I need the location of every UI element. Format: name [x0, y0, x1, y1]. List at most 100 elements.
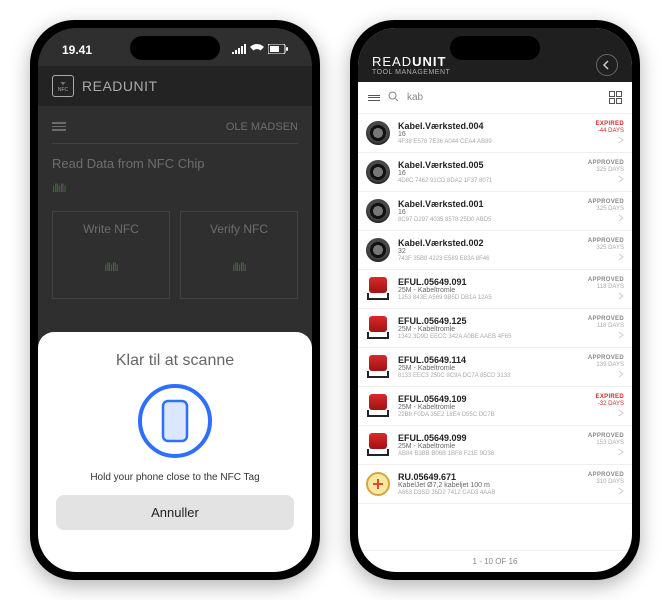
days-label: 325 DAYS — [596, 206, 624, 212]
status-badge: APPROVED — [588, 355, 624, 361]
wifi-icon — [250, 43, 264, 57]
item-title: EFUL.05649.099 — [398, 433, 582, 443]
wave-icon: ıllıllı — [189, 260, 289, 274]
app-title: READUNIT — [82, 78, 158, 94]
list-item[interactable]: RU.05649.671KabelJet Ø7,2 kabeljet 100 m… — [358, 465, 632, 504]
coil-icon — [364, 158, 392, 186]
item-uid: 4D8C 7462 91CD 8DA2 1F37 8071 — [398, 178, 582, 184]
battery-icon — [268, 43, 288, 57]
days-label: 325 DAYS — [596, 245, 624, 251]
item-uid: 1253 843E A569 9B5D DB1A 12A5 — [398, 295, 582, 301]
days-label: 153 DAYS — [596, 440, 624, 446]
item-title: EFUL.05649.091 — [398, 277, 582, 287]
item-title: Kabel.Værksted.001 — [398, 199, 582, 209]
item-uid: 1342 3D9D EECC 342A A0BE AAEB 4F65 — [398, 334, 582, 340]
item-uid: 743F 35B8 4223 E589 E83A 8F46 — [398, 256, 582, 262]
chevron-right-icon — [618, 448, 624, 458]
reel-icon — [364, 431, 392, 459]
item-title: RU.05649.671 — [398, 472, 582, 482]
app-header: ᯤNFC READUNIT — [38, 66, 312, 106]
chevron-right-icon — [618, 292, 624, 302]
status-badge: EXPIRED — [596, 394, 624, 400]
status-badge: EXPIRED — [596, 121, 624, 127]
list-item[interactable]: EFUL.05649.12525M - Kabeltromle1342 3D9D… — [358, 309, 632, 348]
wave-icon: ıllıllı — [61, 260, 161, 274]
status-badge: APPROVED — [588, 160, 624, 166]
days-label: 139 DAYS — [596, 362, 624, 368]
reel-icon — [364, 314, 392, 342]
reel-icon — [364, 275, 392, 303]
chevron-right-icon — [618, 136, 624, 146]
item-title: Kabel.Værksted.004 — [398, 121, 590, 131]
list-item[interactable]: EFUL.05649.09125M - Kabeltromle1253 843E… — [358, 270, 632, 309]
nfc-scan-sheet: Klar til at scanne Hold your phone close… — [38, 332, 312, 572]
verify-nfc-label: Verify NFC — [189, 222, 289, 236]
item-title: Kabel.Værksted.002 — [398, 238, 582, 248]
qr-icon[interactable] — [609, 91, 622, 104]
chevron-right-icon — [618, 331, 624, 341]
reel-icon — [364, 392, 392, 420]
list-item[interactable]: EFUL.05649.11425M - Kabeltromle8133 EEC3… — [358, 348, 632, 387]
item-title: EFUL.05649.125 — [398, 316, 582, 326]
back-button[interactable] — [596, 54, 618, 76]
days-label: 118 DAYS — [597, 323, 624, 329]
item-subtitle: 16 — [398, 170, 582, 177]
page-title: Read Data from NFC Chip — [52, 156, 298, 171]
item-uid: A663 D3SD 35D2 7412 CAD3 4AAB — [398, 490, 582, 496]
app-title: READUNIT — [372, 54, 450, 69]
sheet-title: Klar til at scanne — [116, 352, 234, 370]
item-subtitle: 16 — [398, 209, 582, 216]
search-bar: kab — [358, 82, 632, 114]
list-item[interactable]: EFUL.05649.10925M - Kabeltromle22B8 F0DA… — [358, 387, 632, 426]
cancel-button[interactable]: Annuller — [56, 495, 294, 530]
item-uid: 8133 EEC3 250C 9C9A DC7A 85CD 3133 — [398, 373, 582, 379]
item-subtitle: 25M - Kabeltromle — [398, 404, 590, 411]
coil-icon — [364, 119, 392, 147]
menu-icon[interactable] — [52, 122, 66, 131]
list-item[interactable]: Kabel.Værksted.00232743F 35B8 4223 E589 … — [358, 231, 632, 270]
signal-icon — [232, 43, 246, 57]
status-badge: APPROVED — [588, 472, 624, 478]
phone-left: 19.41 ᯤNFC READUNIT OLE M — [30, 20, 320, 580]
item-subtitle: 25M - Kabeltromle — [398, 326, 582, 333]
days-label: 325 DAYS — [596, 167, 624, 173]
status-time: 19.41 — [62, 43, 92, 57]
days-label: -44 DAYS — [598, 128, 624, 134]
coil-icon — [364, 197, 392, 225]
list-item[interactable]: Kabel.Værksted.004164F38 E578 7E36 A044 … — [358, 114, 632, 153]
coil-icon — [364, 236, 392, 264]
list-item[interactable]: Kabel.Værksted.001168C97 D297 4035 8578 … — [358, 192, 632, 231]
item-title: EFUL.05649.109 — [398, 394, 590, 404]
chevron-right-icon — [618, 175, 624, 185]
user-label: OLE MADSEN — [226, 121, 298, 133]
search-input[interactable]: kab — [407, 92, 601, 103]
write-nfc-card[interactable]: Write NFC ıllıllı — [52, 211, 170, 299]
item-subtitle: 32 — [398, 248, 582, 255]
status-badge: APPROVED — [588, 433, 624, 439]
chevron-right-icon — [618, 370, 624, 380]
chevron-right-icon — [618, 253, 624, 263]
dimmed-content: OLE MADSEN Read Data from NFC Chip ıllıl… — [38, 106, 312, 332]
item-subtitle: 25M - Kabeltromle — [398, 443, 582, 450]
list-item[interactable]: EFUL.05649.09925M - KabeltromleAB84 B3BB… — [358, 426, 632, 465]
days-label: 310 DAYS — [596, 479, 624, 485]
verify-nfc-card[interactable]: Verify NFC ıllıllı — [180, 211, 298, 299]
item-uid: 8C97 D297 4035 8578 25D0 ABD5 — [398, 217, 582, 223]
chevron-right-icon — [618, 487, 624, 497]
item-subtitle: 25M - Kabeltromle — [398, 287, 582, 294]
reel-icon — [364, 353, 392, 381]
status-badge: APPROVED — [588, 199, 624, 205]
item-uid: 4F38 E578 7E36 A044 CEA4 AB89 — [398, 139, 590, 145]
tape-icon — [364, 470, 392, 498]
item-subtitle: 25M - Kabeltromle — [398, 365, 582, 372]
status-badge: APPROVED — [588, 277, 624, 283]
chevron-right-icon — [618, 409, 624, 419]
write-nfc-label: Write NFC — [61, 222, 161, 236]
list-item[interactable]: Kabel.Værksted.005164D8C 7462 91CD 8DA2 … — [358, 153, 632, 192]
search-icon[interactable] — [388, 91, 399, 105]
status-badge: APPROVED — [588, 316, 624, 322]
wave-icon: ıllıllı — [52, 181, 298, 195]
item-uid: AB84 B3BB B06B 1BF8 F21E 9D38 — [398, 451, 582, 457]
menu-icon[interactable] — [368, 93, 380, 102]
phone-right: READUNIT TOOL MANAGEMENT kab Kabel.Værks… — [350, 20, 640, 580]
